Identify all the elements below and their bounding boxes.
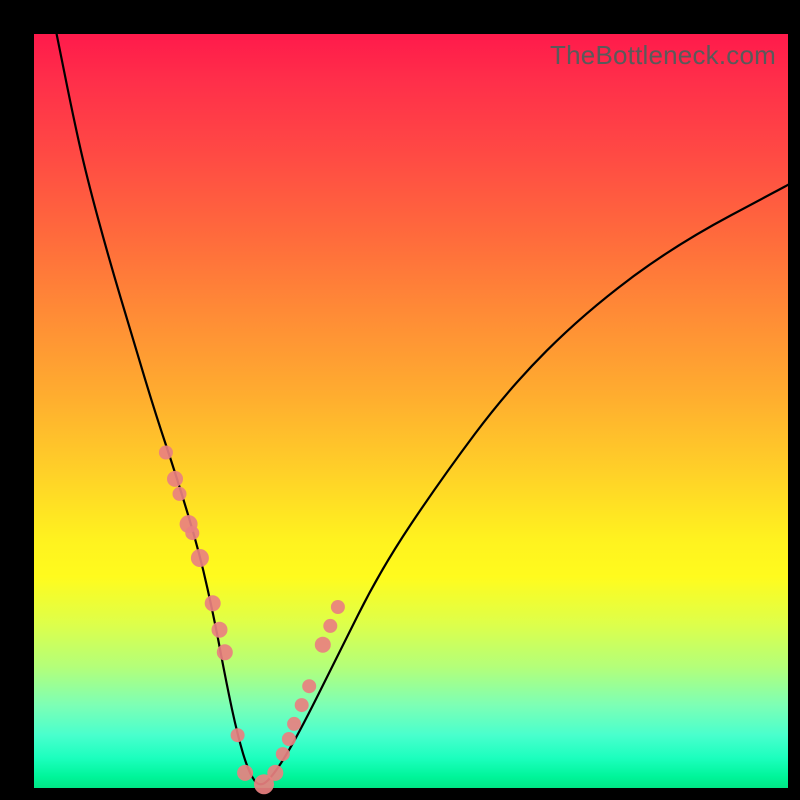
marker-dot bbox=[267, 765, 283, 781]
bottleneck-curve bbox=[57, 34, 788, 784]
marker-dot bbox=[167, 471, 183, 487]
marker-dot bbox=[276, 747, 290, 761]
marker-dot bbox=[323, 619, 337, 633]
marker-dot bbox=[159, 446, 173, 460]
chart-frame: TheBottleneck.com bbox=[0, 0, 800, 800]
marker-dot bbox=[173, 487, 187, 501]
marker-dot bbox=[237, 765, 253, 781]
marker-dot bbox=[302, 679, 316, 693]
marker-dot bbox=[295, 698, 309, 712]
marker-dot bbox=[287, 717, 301, 731]
marker-layer bbox=[159, 446, 345, 795]
marker-dot bbox=[315, 637, 331, 653]
marker-dot bbox=[331, 600, 345, 614]
marker-dot bbox=[191, 549, 209, 567]
marker-dot bbox=[282, 732, 296, 746]
marker-dot bbox=[212, 622, 228, 638]
marker-dot bbox=[205, 595, 221, 611]
marker-dot bbox=[185, 526, 199, 540]
marker-dot bbox=[231, 728, 245, 742]
marker-dot bbox=[217, 644, 233, 660]
curve-layer bbox=[34, 34, 788, 788]
plot-area: TheBottleneck.com bbox=[34, 34, 788, 788]
